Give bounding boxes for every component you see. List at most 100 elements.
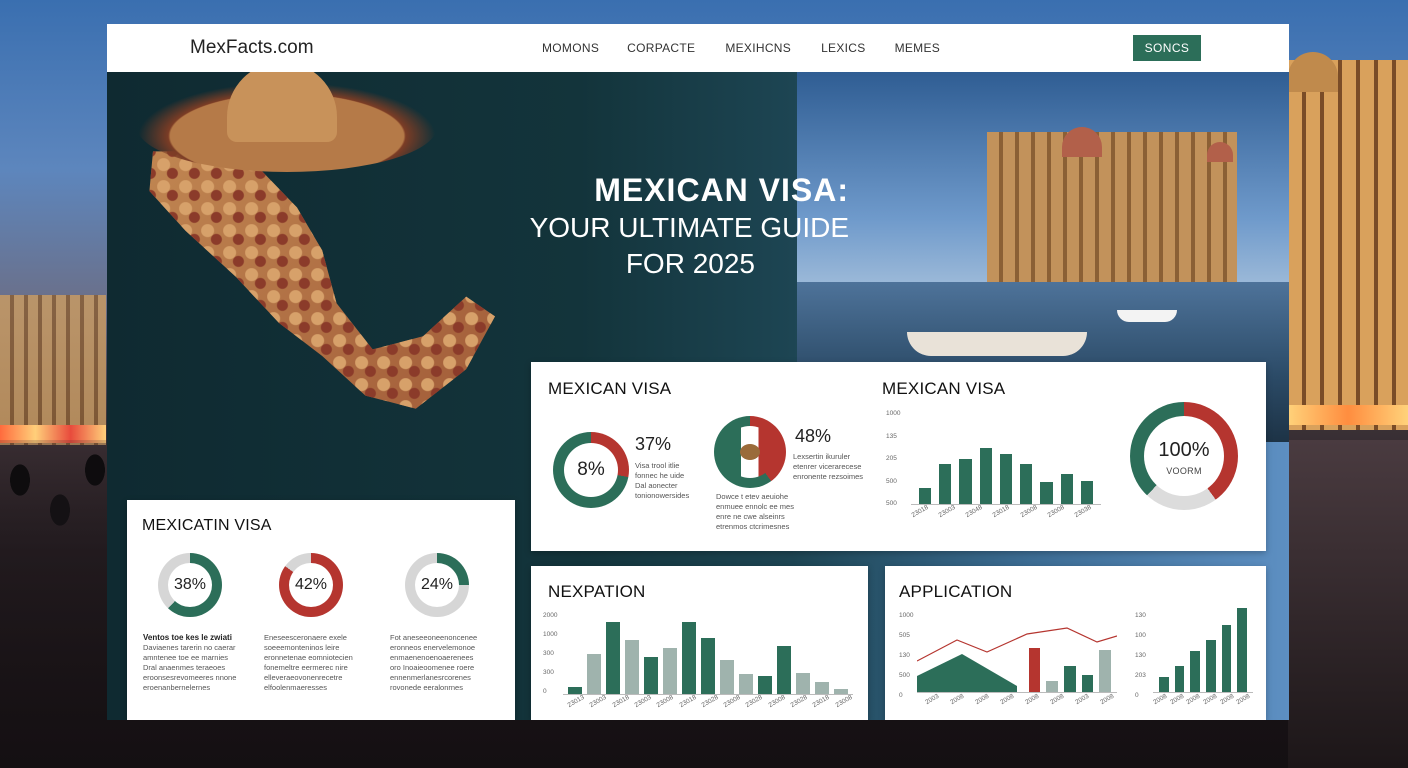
application-left-y-axis-label: 0	[899, 692, 903, 699]
nexpation-bar	[606, 622, 620, 694]
card-title-right: MEXICAN VISA	[882, 379, 1006, 398]
donut-value-42: 42%	[294, 576, 328, 593]
hero-title-line3: FOR 2025	[625, 248, 755, 279]
hero-section: MEXICAN VISA: YOUR ULTIMATE GUIDE FOR 20…	[107, 72, 1289, 720]
nexpation-y-axis-label: 2000	[543, 612, 558, 619]
mini-x-axis-label: 23038	[1073, 503, 1093, 520]
nexpation-y-axis-label: 300	[543, 669, 554, 676]
application-left-x-axis-label: 2008	[949, 692, 966, 707]
mini-x-axis-label: 23008	[1046, 503, 1066, 520]
nexpation-y-axis-label: 0	[543, 688, 547, 695]
hero-title: MEXICAN VISA: YOUR ULTIMATE GUIDE FOR 20…	[507, 170, 849, 282]
hero-title-line2: YOUR ULTIMATE GUIDE	[529, 212, 849, 243]
mini-chart-bar	[1080, 480, 1093, 504]
palace-image	[987, 132, 1237, 282]
nav-link-4[interactable]: LEXICS	[821, 41, 866, 55]
application-left-y-axis-label: 505	[899, 632, 910, 639]
stat-value-37: 37%	[635, 434, 672, 454]
donut-chart-38: 38%	[158, 553, 222, 617]
application-left-x-axis-label: 2008	[1024, 692, 1041, 707]
application-right-bar	[1221, 624, 1232, 692]
nexpation-bar	[796, 673, 810, 694]
nexpation-x-axis-label: 23008	[834, 693, 854, 710]
application-right-x-axis-label: 2008	[1185, 692, 1202, 707]
webpage-frame: MexFacts.com MOMONS CORPACTE MEXIHCNS LE…	[107, 24, 1289, 720]
mini-chart-bar	[939, 463, 952, 504]
stat-text-37: Visa trool itlie fonnec he uide Dal aonec…	[635, 461, 690, 500]
palace-dome-small	[1207, 142, 1233, 162]
application-card: APPLICATION 1000 505 130 500 0 2003 2008 2008 2…	[885, 566, 1266, 720]
text-column-3: Fot aneseeoneenoncenee eronneos enervelem…	[390, 633, 478, 692]
application-right-bar	[1190, 650, 1200, 692]
mini-chart-bar	[959, 459, 972, 504]
application-left-bar	[1099, 650, 1111, 692]
donut-value-38: 38%	[173, 576, 207, 593]
nexpation-bar	[587, 654, 601, 694]
nexpation-title: NEXPATION	[548, 582, 646, 601]
nexpation-x-axis-label: 23003	[633, 693, 653, 710]
nexpation-bar	[758, 675, 772, 694]
mini-chart-bar	[1020, 464, 1033, 504]
mini-x-axis-label: 23003	[937, 503, 957, 520]
nexpation-bar	[815, 682, 829, 694]
background-crowd-right	[1288, 440, 1408, 768]
application-right-y-axis-label: 130	[1135, 612, 1146, 619]
big-donut-value: 100%	[1158, 438, 1210, 461]
application-growth-bar-chart	[1153, 606, 1253, 693]
nexpation-bar	[663, 647, 677, 694]
sombrero-crown	[227, 72, 337, 142]
mini-y-axis-label: 1000	[886, 410, 901, 417]
application-right-y-axis-label: 203	[1135, 672, 1146, 679]
boat-small-image	[1117, 310, 1177, 322]
text-column-1: Ventos toe kes le zwiati Daviaenes tarer…	[143, 633, 237, 692]
nexpation-bar-chart	[563, 614, 853, 695]
stat-value-48: 48%	[795, 426, 832, 446]
nexpation-x-axis-label: 23028	[700, 693, 720, 710]
application-left-x-axis-label: 2008	[1049, 692, 1066, 707]
stat-text-48: Lexsertin ikuruler etenrer vicerarecese en…	[793, 452, 864, 481]
hero-title-line1: MEXICAN VISA:	[594, 172, 849, 208]
donut-chart-24: 24%	[405, 553, 469, 617]
application-right-bar	[1159, 677, 1169, 692]
application-right-bar	[1174, 666, 1185, 692]
application-right-x-axis-label: 2008	[1152, 692, 1169, 707]
nexpation-bar	[720, 660, 734, 694]
nexpation-x-axis-label: 23008	[722, 693, 742, 710]
application-left-x-axis-label: 2003	[924, 692, 941, 707]
nexpation-y-axis-label: 300	[543, 650, 554, 657]
mini-x-axis-label: 23018	[991, 503, 1012, 520]
application-left-x-axis-label: 2003	[1074, 692, 1091, 707]
application-right-y-axis-label: 130	[1135, 652, 1146, 659]
mini-chart-bar	[919, 487, 932, 504]
cta-button[interactable]: SONCS	[1133, 35, 1201, 61]
nav-link-1[interactable]: MOMONS	[542, 41, 599, 55]
mini-chart-bar	[979, 448, 992, 504]
infographic-card-top: MEXICAN VISA 8% 37% Visa trool itlie fonn…	[531, 362, 1266, 551]
application-combo-chart	[917, 616, 1117, 693]
application-right-x-axis-label: 2008	[1202, 692, 1219, 707]
top-navbar: MexFacts.com MOMONS CORPACTE MEXIHCNS LE…	[107, 24, 1289, 72]
nexpation-card: NEXPATION 2000 1000 300 300 0 23013 23003 2301…	[531, 566, 868, 720]
big-donut-chart: 100% VOORM	[1130, 402, 1238, 510]
nexpation-x-axis-label: 23028	[789, 693, 809, 710]
application-left-y-axis-label: 500	[899, 672, 910, 679]
infographic-card-left: MEXICATIN VISA 38% 42% 24% Ventos toe ke…	[127, 500, 515, 720]
application-left-y-axis-label: 1000	[899, 612, 914, 619]
nexpation-x-axis-label: 23018	[811, 693, 831, 710]
nav-link-2[interactable]: CORPACTE	[627, 41, 695, 55]
nav-link-3[interactable]: MEXIHCNS	[725, 41, 791, 55]
nexpation-bar	[568, 686, 582, 694]
application-right-x-axis-label: 2008	[1218, 692, 1235, 707]
application-left-bar	[1028, 647, 1041, 692]
donut-value-24: 24%	[420, 576, 454, 593]
mini-chart-bar	[1040, 482, 1053, 504]
nexpation-x-axis-label: 23028	[744, 693, 765, 710]
nexpation-bar	[777, 646, 791, 694]
nexpation-x-axis-label: 23018	[677, 693, 698, 710]
nav-link-5[interactable]: MEMES	[895, 41, 941, 55]
big-donut-sub: VOORM	[1166, 466, 1202, 476]
site-logo[interactable]: MexFacts.com	[190, 37, 314, 59]
mini-y-axis-label: 500	[886, 500, 897, 507]
donut-value-8: 8%	[577, 459, 605, 480]
nexpation-x-axis-label: 23008	[767, 693, 787, 710]
